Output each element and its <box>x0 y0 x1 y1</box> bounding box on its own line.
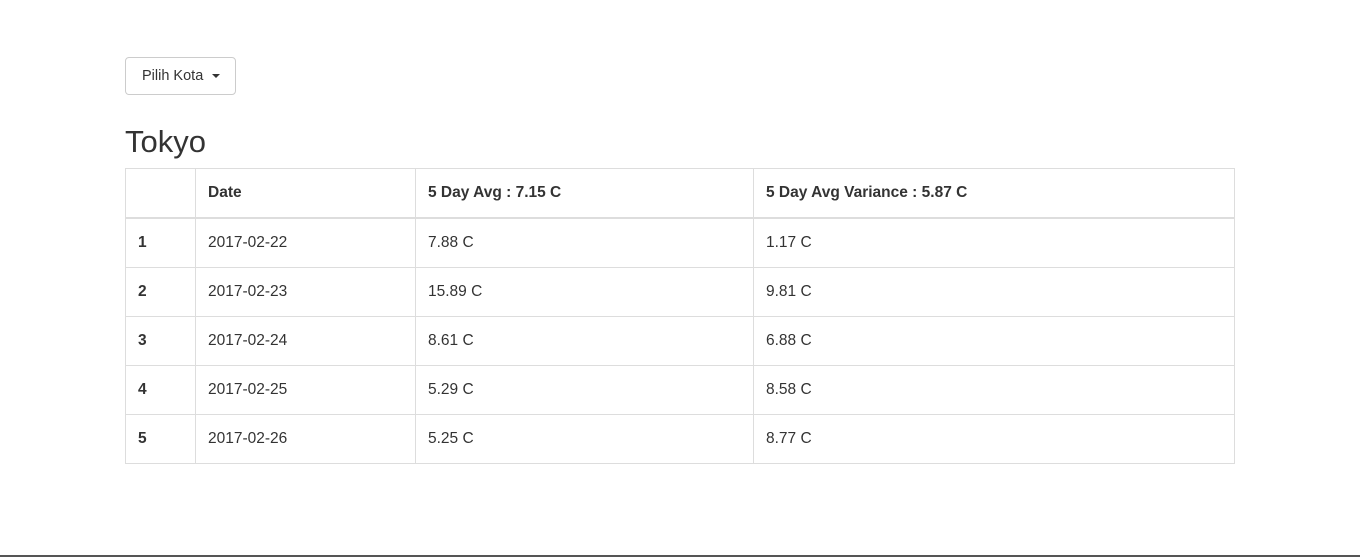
table-row: 1 2017-02-22 7.88 C 1.17 C <box>125 217 1235 268</box>
header-variance: 5 Day Avg Variance : 5.87 C <box>753 168 1235 219</box>
row-index: 1 <box>125 217 196 268</box>
city-dropdown-label: Pilih Kota <box>142 68 204 84</box>
page: Pilih Kota Tokyo Date 5 Day Avg : 7.15 C… <box>0 0 1360 557</box>
row-date: 2017-02-26 <box>195 414 416 464</box>
row-temp: 8.61 C <box>415 316 754 366</box>
header-row: Date 5 Day Avg : 7.15 C 5 Day Avg Varian… <box>125 168 1235 219</box>
table-row: 4 2017-02-25 5.29 C 8.58 C <box>125 365 1235 415</box>
row-temp: 7.88 C <box>415 217 754 268</box>
city-title: Tokyo <box>125 124 206 159</box>
row-index: 2 <box>125 267 196 317</box>
row-variance: 9.81 C <box>753 267 1235 317</box>
row-date: 2017-02-24 <box>195 316 416 366</box>
row-date: 2017-02-23 <box>195 267 416 317</box>
header-index <box>125 168 196 219</box>
row-index: 3 <box>125 316 196 366</box>
table-body: 1 2017-02-22 7.88 C 1.17 C 2 2017-02-23 … <box>125 217 1235 464</box>
header-avg: 5 Day Avg : 7.15 C <box>415 168 754 219</box>
table-row: 3 2017-02-24 8.61 C 6.88 C <box>125 316 1235 366</box>
row-temp: 5.29 C <box>415 365 754 415</box>
row-variance: 1.17 C <box>753 217 1235 268</box>
main-container: Pilih Kota Tokyo Date 5 Day Avg : 7.15 C… <box>125 57 1235 464</box>
row-variance: 8.77 C <box>753 414 1235 464</box>
row-variance: 6.88 C <box>753 316 1235 366</box>
city-dropdown-button[interactable]: Pilih Kota <box>125 57 237 95</box>
row-index: 4 <box>125 365 196 415</box>
weather-table: Date 5 Day Avg : 7.15 C 5 Day Avg Varian… <box>125 168 1235 464</box>
row-variance: 8.58 C <box>753 365 1235 415</box>
row-index: 5 <box>125 414 196 464</box>
table-header: Date 5 Day Avg : 7.15 C 5 Day Avg Varian… <box>125 168 1235 219</box>
row-temp: 15.89 C <box>415 267 754 317</box>
row-date: 2017-02-25 <box>195 365 416 415</box>
header-date: Date <box>195 168 416 219</box>
table-row: 2 2017-02-23 15.89 C 9.81 C <box>125 267 1235 317</box>
caret-down-icon <box>212 74 221 78</box>
row-temp: 5.25 C <box>415 414 754 464</box>
row-date: 2017-02-22 <box>195 217 416 268</box>
table-row: 5 2017-02-26 5.25 C 8.77 C <box>125 414 1235 464</box>
